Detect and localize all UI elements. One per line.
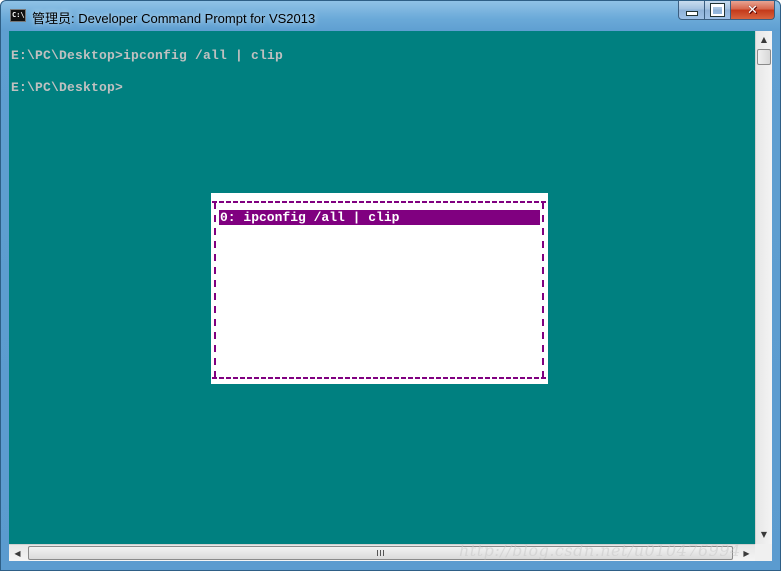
title-bar[interactable]: C:\ 管理员: Developer Command Prompt for VS…	[1, 1, 780, 31]
vertical-scroll-thumb[interactable]	[757, 49, 771, 65]
vertical-scrollbar[interactable]: ▲ ▼	[755, 31, 772, 544]
command-prompt-icon[interactable]: C:\	[10, 9, 26, 22]
minimize-icon	[685, 10, 698, 16]
console-window: C:\ 管理员: Developer Command Prompt for VS…	[0, 0, 781, 571]
console-output[interactable]: E:\PC\Desktop>ipconfig /all | clip E:\PC…	[9, 31, 755, 544]
watermark: http://blog.csdn.net/u010476994	[459, 541, 741, 560]
history-item-selected[interactable]: 0: ipconfig /all | clip	[219, 210, 540, 225]
window-title: 管理员: Developer Command Prompt for VS2013	[32, 11, 316, 26]
caption-buttons: ✕	[678, 1, 775, 20]
close-button[interactable]: ✕	[731, 1, 775, 20]
popup-border-top	[212, 201, 547, 203]
maximize-button[interactable]	[705, 1, 731, 20]
scroll-left-arrow-icon[interactable]: ◀	[9, 545, 26, 561]
scroll-up-arrow-icon[interactable]: ▲	[756, 31, 772, 48]
popup-border-right	[542, 202, 544, 378]
scroll-down-arrow-icon[interactable]: ▼	[756, 526, 772, 543]
maximize-icon	[710, 3, 725, 17]
console-line: E:\PC\Desktop>ipconfig /all | clip	[11, 48, 284, 63]
minimize-button[interactable]	[678, 1, 705, 20]
popup-border-left	[214, 202, 216, 378]
grip-icon	[377, 550, 384, 556]
popup-border-bottom	[212, 377, 547, 379]
scrollbar-corner	[755, 544, 772, 561]
console-line: E:\PC\Desktop>	[11, 80, 124, 95]
command-history-popup: 0: ipconfig /all | clip	[211, 193, 548, 384]
close-icon: ✕	[747, 2, 758, 18]
